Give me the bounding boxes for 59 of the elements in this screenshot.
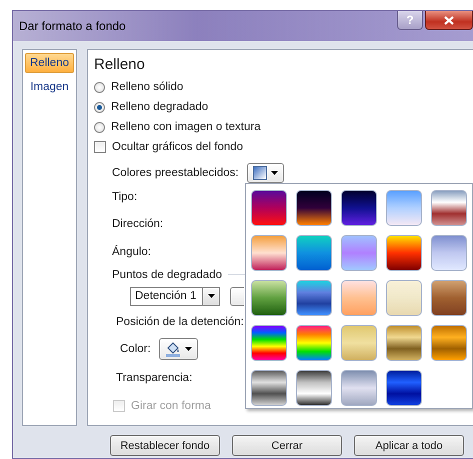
radio-button[interactable] <box>94 102 105 112</box>
close-button[interactable] <box>425 11 473 30</box>
option-label: Ocultar gráficos del fondo <box>112 141 244 153</box>
color-dropdown[interactable] <box>158 338 198 360</box>
option-label: Girar con forma <box>131 400 211 412</box>
option-label: Relleno degradado <box>111 101 208 113</box>
field-label: Colores preestablecidos: <box>112 167 239 179</box>
gradient-swatch[interactable] <box>431 280 467 316</box>
preset-dropdown[interactable] <box>246 163 284 183</box>
group-heading: Puntos de degradado <box>112 268 222 280</box>
close-icon <box>444 16 454 24</box>
gradient-swatch[interactable] <box>296 190 332 226</box>
field-label: Tipo: <box>112 190 138 203</box>
gradient-swatch[interactable] <box>341 325 377 361</box>
gradient-swatch[interactable] <box>431 190 467 226</box>
gradient-swatch[interactable] <box>341 280 377 316</box>
gradient-swatch[interactable] <box>296 280 332 316</box>
checkbox[interactable] <box>94 141 106 153</box>
gradient-swatch[interactable] <box>251 280 287 316</box>
gradient-swatch[interactable] <box>386 235 422 271</box>
radio-button[interactable] <box>94 82 105 92</box>
gradient-swatch[interactable] <box>251 190 287 226</box>
gradient-swatch[interactable] <box>251 235 287 271</box>
field-label: Color: <box>120 342 151 354</box>
field-label: Dirección: <box>112 218 164 230</box>
dialog-button[interactable]: Aplicar a todo <box>354 435 464 456</box>
field-label: Posición de la detención: <box>115 316 245 328</box>
gradient-swatch[interactable] <box>386 370 422 406</box>
radio-button[interactable] <box>94 122 105 132</box>
caret-icon <box>208 294 214 298</box>
paint-bucket-icon <box>164 340 181 356</box>
gradient-swatch[interactable] <box>431 325 467 361</box>
dialog-button[interactable]: Cerrar <box>232 435 342 456</box>
gradient-swatch[interactable] <box>386 280 422 316</box>
nav-item[interactable]: Relleno <box>25 53 74 73</box>
gradient-swatch[interactable] <box>251 370 287 406</box>
section-heading: Relleno <box>94 56 146 73</box>
gradient-swatch[interactable] <box>431 235 467 271</box>
gradient-swatch[interactable] <box>296 325 332 361</box>
option-label: Relleno con imagen o textura <box>111 121 261 133</box>
field-label: Transparencia: <box>115 372 194 384</box>
caret-icon <box>270 171 278 175</box>
stop-dropdown[interactable]: Detención 1 <box>130 286 220 306</box>
gradient-swatch[interactable] <box>296 235 332 271</box>
gradient-swatch[interactable] <box>341 190 377 226</box>
gradient-swatch[interactable] <box>341 370 377 406</box>
add-stop-button[interactable] <box>230 286 244 306</box>
gradient-swatch[interactable] <box>341 235 377 271</box>
option-label: Relleno sólido <box>111 81 184 93</box>
caret-icon <box>184 346 192 350</box>
dialog-button[interactable]: Restablecer fondo <box>110 435 220 456</box>
gradient-swatch[interactable] <box>251 325 287 361</box>
field-label: Ángulo: <box>112 246 152 258</box>
gradient-swatch[interactable] <box>386 190 422 226</box>
gradient-icon <box>252 166 267 180</box>
gradient-swatch[interactable] <box>296 370 332 406</box>
nav-item[interactable]: Imagen <box>25 77 74 97</box>
window-title: Dar formato a fondo <box>19 19 126 33</box>
gradient-swatch[interactable] <box>386 325 422 361</box>
